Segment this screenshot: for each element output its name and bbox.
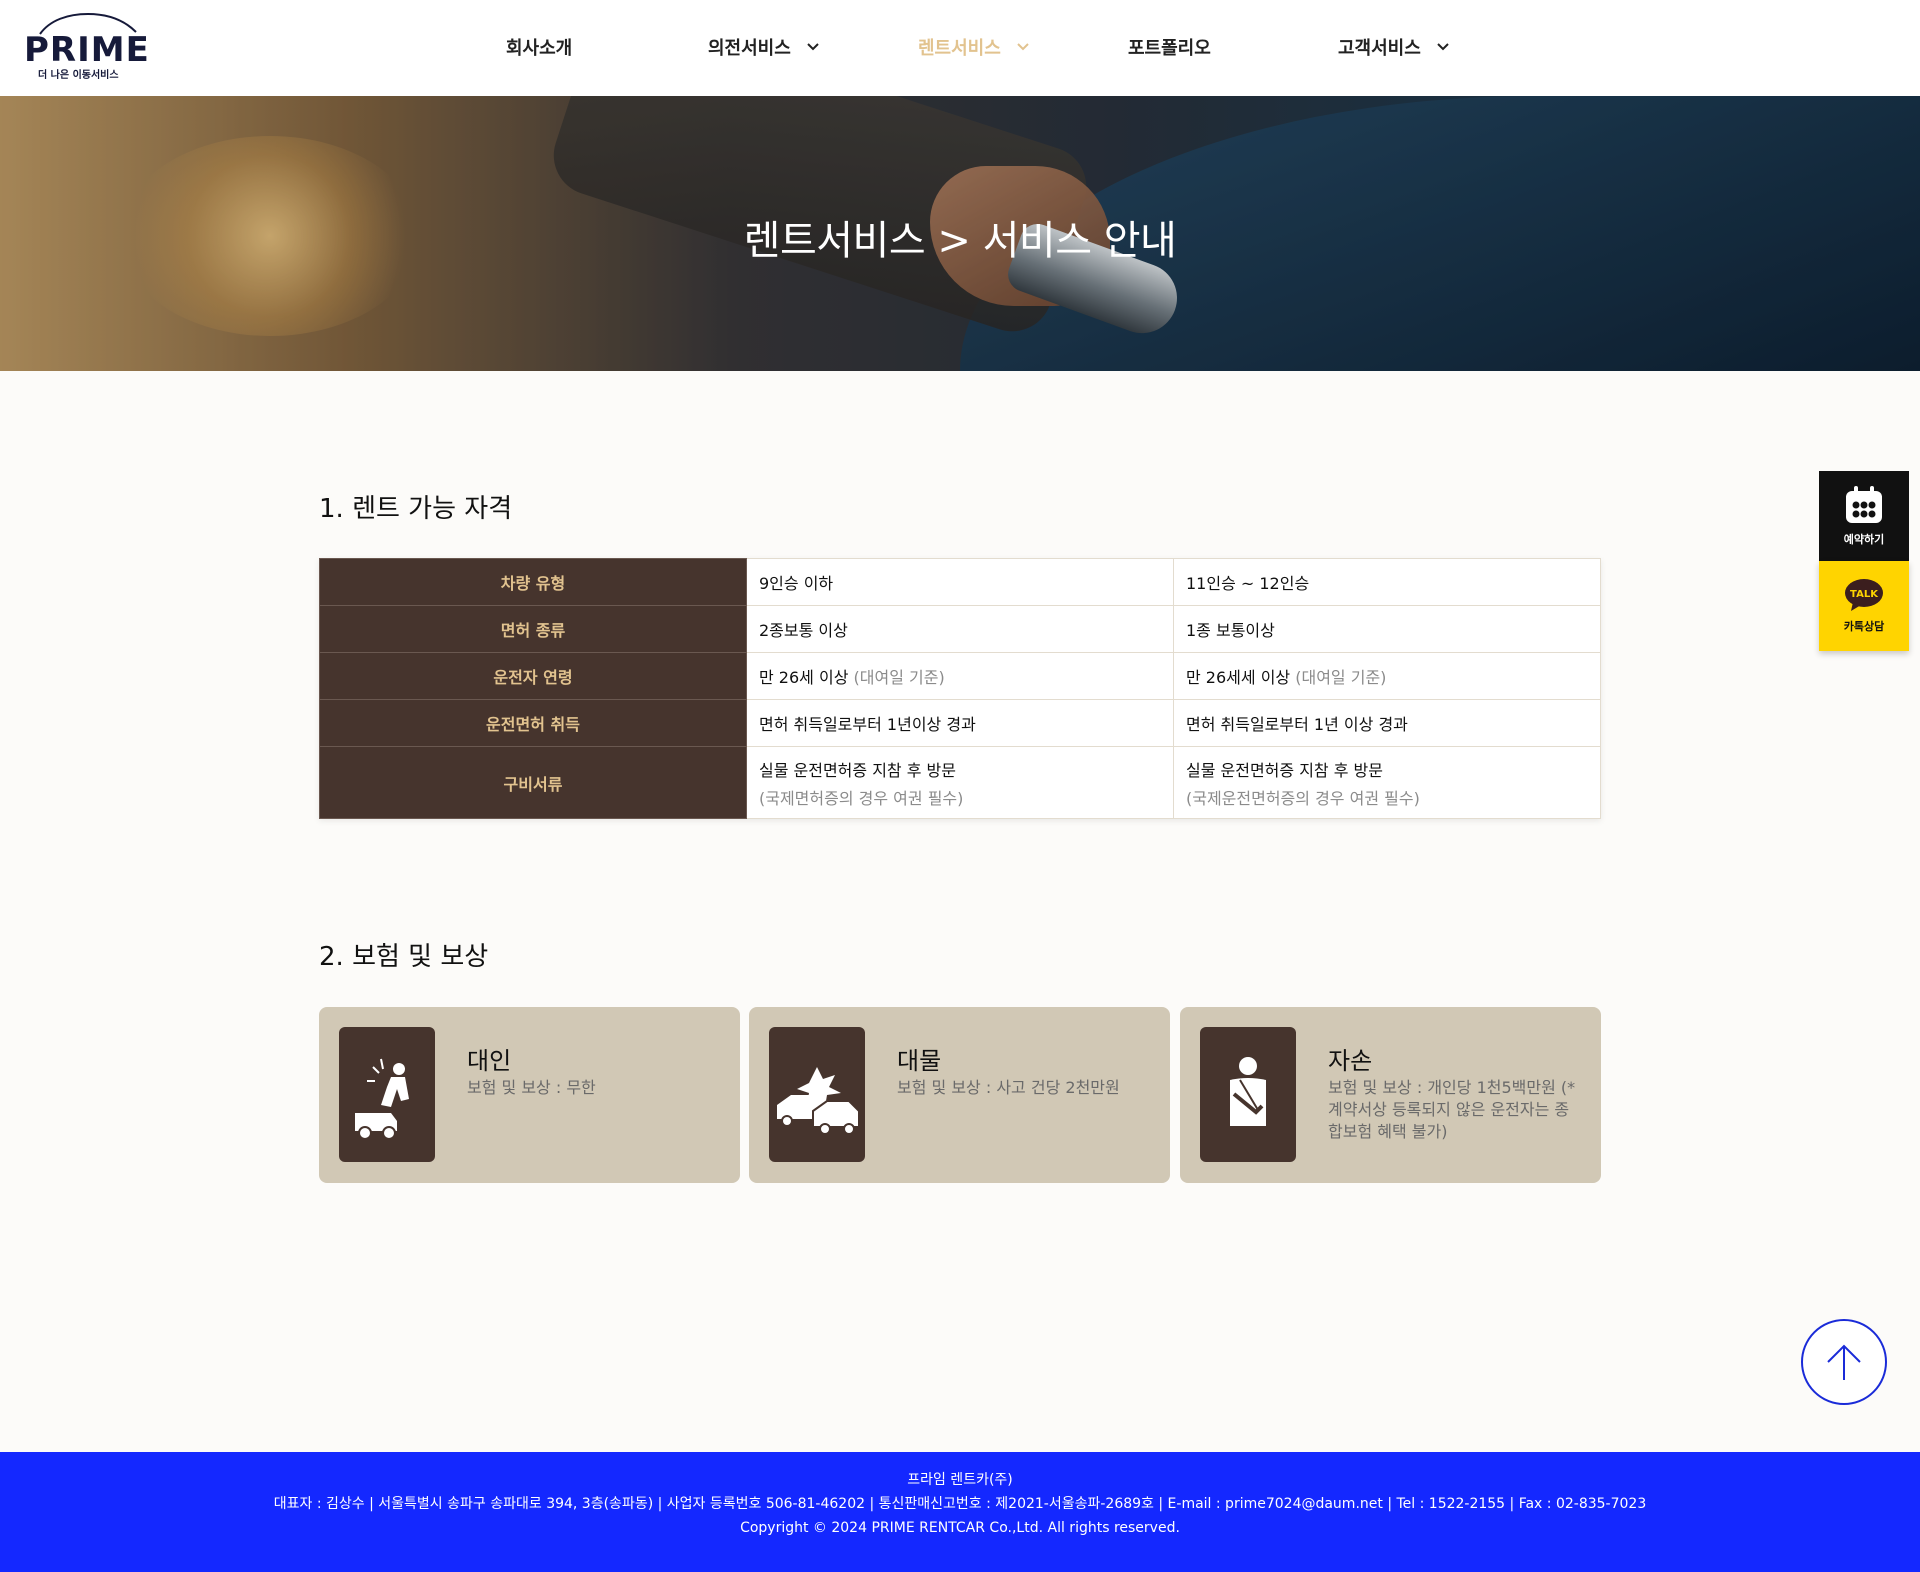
section-title-insurance: 2. 보험 및 보상 <box>319 942 489 972</box>
table-cell: 2종보통 이상 <box>746 605 1174 653</box>
card-description: 보험 및 보상 : 사고 건당 2천만원 <box>897 1078 1120 1097</box>
nav-item-label: 회사소개 <box>506 38 573 59</box>
nav-item-label: 포트폴리오 <box>1128 38 1211 59</box>
cell-value: 만 26세세 이상 <box>1186 668 1291 687</box>
card-title: 대인 <box>467 1047 512 1075</box>
car-collision-icon <box>769 1027 865 1162</box>
row-header: 구비서류 <box>319 746 747 819</box>
nav-item-label: 고객서비스 <box>1338 38 1421 59</box>
insurance-card-bodily: 대인 보험 및 보상 : 무한 <box>319 1007 740 1183</box>
insurance-card-self: 자손 보험 및 보상 : 개인당 1천5백만원 (*계약서상 등록되지 않은 운… <box>1180 1007 1601 1183</box>
row-header: 면허 종류 <box>319 605 747 653</box>
table-cell: 면허 취득일로부터 1년이상 경과 <box>746 699 1174 747</box>
cell-note: (대여일 기준) <box>853 668 945 687</box>
footer-copyright: Copyright © 2024 PRIME RENTCAR Co.,Ltd. … <box>740 1520 1180 1536</box>
chevron-down-icon <box>1017 43 1029 51</box>
injured-person-car-icon <box>339 1027 435 1162</box>
nav-item-label: 렌트서비스 <box>918 38 1001 59</box>
cell-value: 2종보통 이상 <box>759 621 848 640</box>
page-title: 렌트서비스 > 서비스 안내 <box>743 218 1177 264</box>
talk-label: 카톡상담 <box>1843 620 1885 633</box>
arm-sling-icon <box>1200 1027 1296 1162</box>
row-header: 차량 유형 <box>319 558 747 606</box>
table-cell: 1종 보통이상 <box>1173 605 1601 653</box>
insurance-card-property: 대물 보험 및 보상 : 사고 건당 2천만원 <box>749 1007 1170 1183</box>
nav-item-protocol-service[interactable]: 의전서비스 <box>708 34 821 60</box>
logo-word: PRIME <box>24 30 150 70</box>
table-row: 구비서류 실물 운전면허증 지참 후 방문 (국제면허증의 경우 여권 필수) 실… <box>319 746 1601 819</box>
cell-value: 만 26세 이상 <box>759 668 849 687</box>
eligibility-table: 차량 유형 9인승 이하 11인승 ~ 12인승 면허 종류 2종보통 이상 1… <box>319 558 1601 819</box>
row-header: 운전자 연령 <box>319 652 747 700</box>
table-cell: 만 26세세 이상 (대여일 기준) <box>1173 652 1601 700</box>
section-title-eligibility: 1. 렌트 가능 자격 <box>319 494 513 524</box>
cell-note: (대여일 기준) <box>1295 668 1387 687</box>
cell-value: 1종 보통이상 <box>1186 621 1275 640</box>
reserve-label: 예약하기 <box>1843 533 1885 546</box>
nav-item-customer-service[interactable]: 고객서비스 <box>1338 34 1451 60</box>
table-row: 면허 종류 2종보통 이상 1종 보통이상 <box>319 605 1601 653</box>
nav-item-portfolio[interactable]: 포트폴리오 <box>1128 34 1211 60</box>
chevron-down-icon <box>807 43 819 51</box>
card-description: 보험 및 보상 : 무한 <box>467 1078 596 1097</box>
table-cell: 실물 운전면허증 지참 후 방문 (국제운전면허증의 경우 여권 필수) <box>1173 746 1601 819</box>
table-cell: 면허 취득일로부터 1년 이상 경과 <box>1173 699 1601 747</box>
cell-value: 실물 운전면허증 지참 후 방문 <box>759 760 956 780</box>
nav-item-label: 의전서비스 <box>708 38 791 59</box>
hero-banner: 렌트서비스 > 서비스 안내 <box>0 96 1920 371</box>
cell-value: 면허 취득일로부터 1년 이상 경과 <box>1186 715 1408 734</box>
cell-value: 9인승 이하 <box>759 574 834 593</box>
table-cell: 9인승 이하 <box>746 558 1174 606</box>
reserve-button[interactable]: 예약하기 <box>1819 471 1909 561</box>
calendar-icon <box>1846 486 1882 523</box>
logo[interactable]: PRIME 더 나은 이동서비스 <box>24 12 149 82</box>
nav-item-company[interactable]: 회사소개 <box>506 34 572 60</box>
row-header: 운전면허 취득 <box>319 699 747 747</box>
table-cell: 실물 운전면허증 지참 후 방문 (국제면허증의 경우 여권 필수) <box>746 746 1174 819</box>
cell-value: 11인승 ~ 12인승 <box>1186 574 1310 593</box>
card-title: 대물 <box>897 1047 942 1075</box>
logo-tagline: 더 나은 이동서비스 <box>38 70 119 81</box>
talk-bubble-icon: TALK <box>1845 579 1883 611</box>
site-header: PRIME 더 나은 이동서비스 회사소개 의전서비스 렌트서비스 포트폴리오 … <box>0 0 1920 96</box>
table-cell: 11인승 ~ 12인승 <box>1173 558 1601 606</box>
cell-value: 면허 취득일로부터 1년이상 경과 <box>759 715 976 734</box>
table-row: 운전자 연령 만 26세 이상 (대여일 기준) 만 26세세 이상 (대여일 … <box>319 652 1601 700</box>
footer-company: 프라임 렌트카(주) <box>907 1472 1013 1488</box>
talk-badge-text: TALK <box>1850 589 1879 600</box>
chevron-down-icon <box>1437 43 1449 51</box>
cell-note: (국제운전면허증의 경우 여권 필수) <box>1186 788 1420 808</box>
table-cell: 만 26세 이상 (대여일 기준) <box>746 652 1174 700</box>
card-title: 자손 <box>1328 1047 1373 1075</box>
card-description: 보험 및 보상 : 개인당 1천5백만원 (*계약서상 등록되지 않은 운전자는… <box>1328 1078 1576 1141</box>
kakao-talk-button[interactable]: TALK 카톡상담 <box>1819 561 1909 651</box>
footer-info: 대표자 : 김상수 | 서울특별시 송파구 송파대로 394, 3층(송파동) … <box>273 1496 1647 1512</box>
table-row: 운전면허 취득 면허 취득일로부터 1년이상 경과 면허 취득일로부터 1년 이… <box>319 699 1601 747</box>
cell-note: (국제면허증의 경우 여권 필수) <box>759 788 964 808</box>
scroll-top-button[interactable] <box>1801 1319 1887 1405</box>
arrow-up-icon <box>1827 1344 1861 1380</box>
nav-item-rent-service[interactable]: 렌트서비스 <box>918 34 1031 60</box>
site-footer: 프라임 렌트카(주) 대표자 : 김상수 | 서울특별시 송파구 송파대로 39… <box>0 1452 1920 1572</box>
table-row: 차량 유형 9인승 이하 11인승 ~ 12인승 <box>319 558 1601 606</box>
cell-value: 실물 운전면허증 지참 후 방문 <box>1186 760 1383 780</box>
